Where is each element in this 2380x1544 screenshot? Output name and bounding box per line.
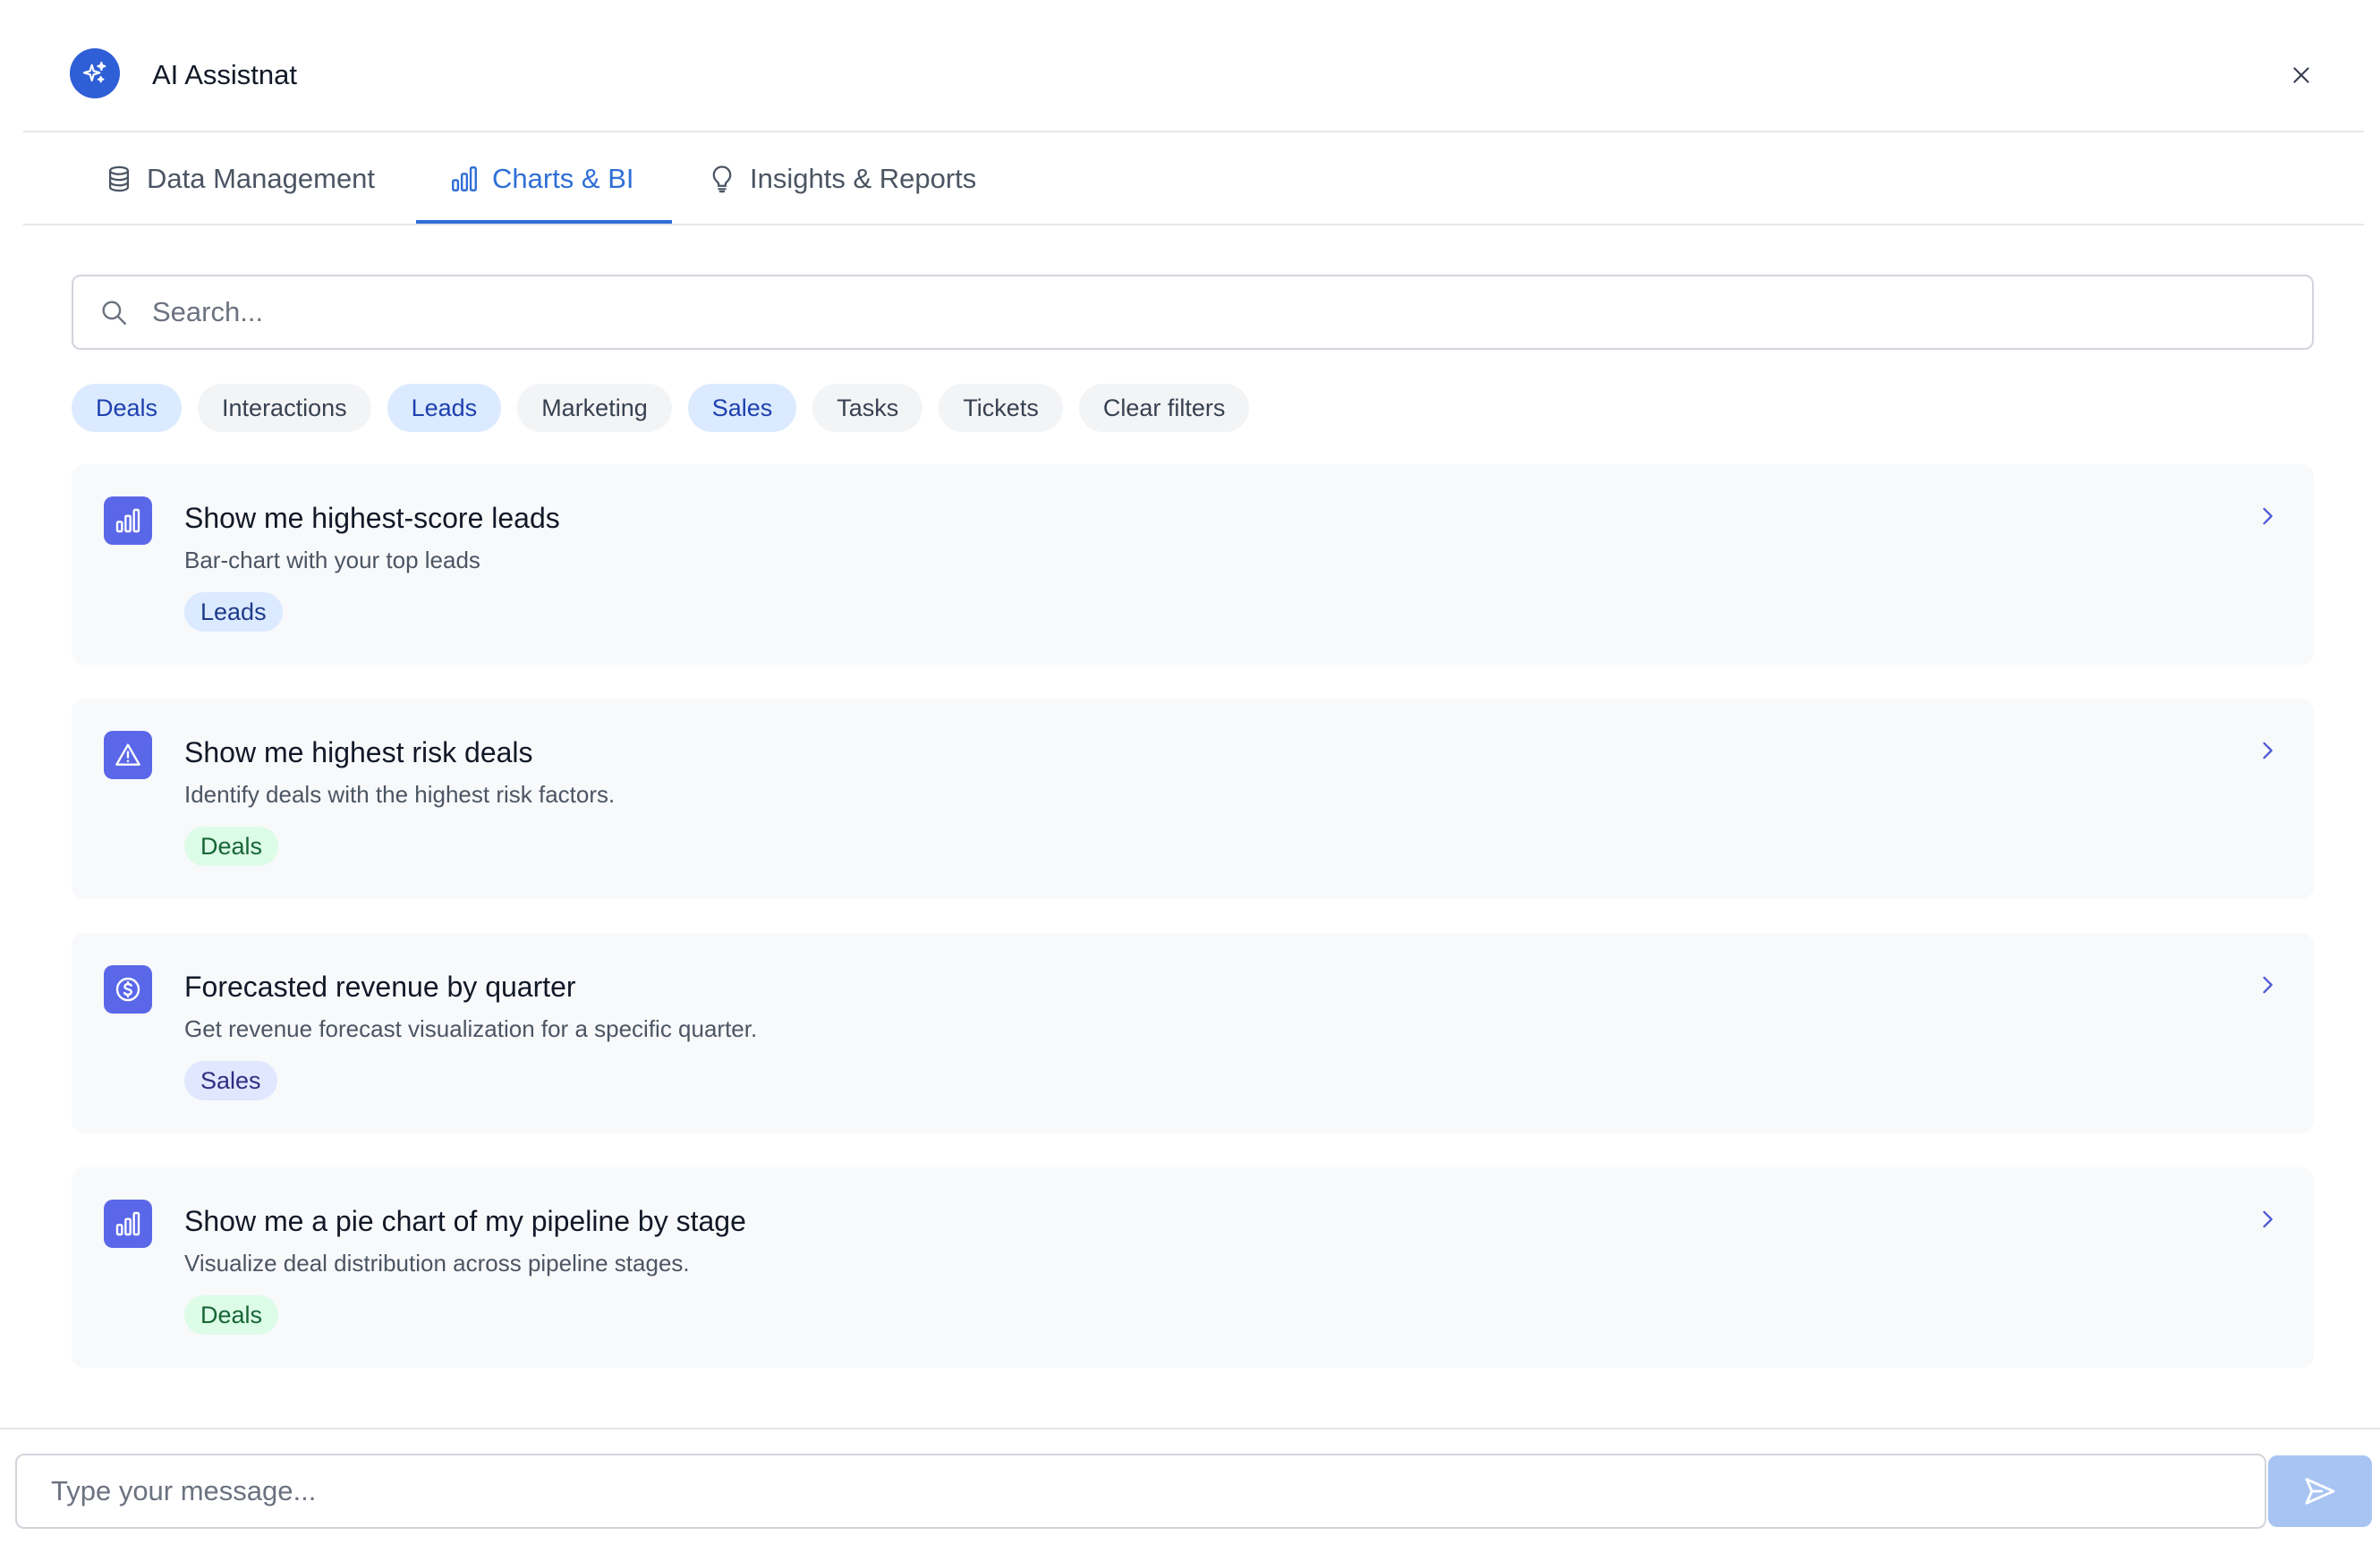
bar-chart-icon	[104, 496, 152, 545]
database-icon	[104, 164, 134, 194]
header: AI Assistnat	[0, 0, 2380, 131]
bar-chart-icon	[104, 1200, 152, 1248]
search-box	[72, 275, 2314, 350]
chevron-right-icon	[2255, 738, 2280, 763]
send-icon	[2305, 1478, 2335, 1505]
page-title: AI Assistnat	[152, 59, 297, 90]
filter-chip-marketing[interactable]: Marketing	[517, 384, 672, 432]
card-tag: Deals	[184, 827, 279, 866]
card-title: Show me a pie chart of my pipeline by st…	[184, 1205, 746, 1237]
card-title: Forecasted revenue by quarter	[184, 971, 576, 1003]
filter-chips: Deals Interactions Leads Marketing Sales…	[72, 384, 1265, 432]
suggestion-card[interactable]: Show me highest risk deals Identify deal…	[72, 699, 2314, 899]
tab-label: Insights & Reports	[750, 163, 977, 194]
tab-label: Data Management	[147, 163, 376, 194]
tab-charts-bi[interactable]: Charts & BI	[449, 132, 634, 225]
chevron-right-icon	[2255, 1207, 2280, 1232]
filter-chip-sales[interactable]: Sales	[687, 384, 797, 432]
send-button[interactable]	[2268, 1455, 2372, 1527]
tab-data-management[interactable]: Data Management	[104, 132, 375, 225]
tab-insights-reports[interactable]: Insights & Reports	[707, 132, 976, 225]
dollar-circle-icon	[104, 965, 152, 1014]
chevron-right-icon	[2255, 972, 2280, 997]
search-icon	[98, 297, 129, 327]
clear-filters-button[interactable]: Clear filters	[1078, 384, 1250, 432]
filter-chip-tasks[interactable]: Tasks	[812, 384, 923, 432]
filter-chip-tickets[interactable]: Tickets	[939, 384, 1063, 432]
card-description: Bar-chart with your top leads	[184, 547, 480, 573]
suggestion-card[interactable]: Forecasted revenue by quarter Get revenu…	[72, 933, 2314, 1133]
search-input[interactable]	[150, 295, 2212, 329]
card-description: Visualize deal distribution across pipel…	[184, 1250, 690, 1277]
close-button[interactable]	[2283, 57, 2319, 93]
tab-bar: Data Management Charts & BI Insights & R…	[0, 132, 2380, 225]
lightbulb-icon	[707, 164, 737, 194]
filter-chip-interactions[interactable]: Interactions	[198, 384, 371, 432]
sparkles-icon	[70, 48, 120, 98]
filter-chip-deals[interactable]: Deals	[72, 384, 183, 432]
footer-divider	[0, 1428, 2380, 1429]
filter-chip-leads[interactable]: Leads	[387, 384, 502, 432]
card-title: Show me highest risk deals	[184, 736, 533, 768]
tab-label: Charts & BI	[492, 163, 634, 194]
bar-chart-icon	[449, 164, 480, 194]
tabs-divider	[23, 224, 2364, 225]
close-icon	[2293, 67, 2309, 83]
message-input[interactable]	[49, 1474, 2218, 1508]
card-tag: Leads	[184, 592, 283, 632]
card-tag: Deals	[184, 1295, 279, 1335]
suggestion-card[interactable]: Show me highest-score leads Bar-chart wi…	[72, 464, 2314, 665]
warning-triangle-icon	[104, 731, 152, 779]
card-description: Identify deals with the highest risk fac…	[184, 781, 616, 808]
card-description: Get revenue forecast visualization for a…	[184, 1015, 758, 1042]
chevron-right-icon	[2255, 504, 2280, 529]
suggestion-card[interactable]: Show me a pie chart of my pipeline by st…	[72, 1167, 2314, 1368]
ai-assistant-panel: AI Assistnat Data Management Charts & BI…	[0, 0, 2380, 1544]
card-title: Show me highest-score leads	[184, 502, 560, 534]
card-tag: Sales	[184, 1061, 277, 1100]
message-box	[15, 1454, 2266, 1529]
